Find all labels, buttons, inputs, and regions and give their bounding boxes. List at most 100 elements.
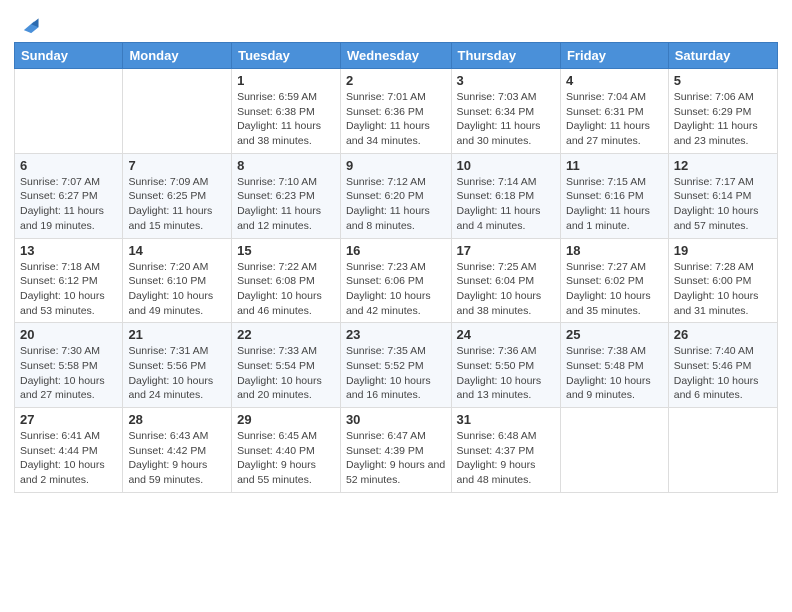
weekday-header-row: SundayMondayTuesdayWednesdayThursdayFrid…: [15, 43, 778, 69]
day-number: 24: [457, 327, 555, 342]
calendar-cell: 27Sunrise: 6:41 AM Sunset: 4:44 PM Dayli…: [15, 408, 123, 493]
day-number: 15: [237, 243, 335, 258]
day-number: 17: [457, 243, 555, 258]
day-number: 18: [566, 243, 663, 258]
day-info: Sunrise: 7:04 AM Sunset: 6:31 PM Dayligh…: [566, 90, 663, 149]
calendar-cell: 13Sunrise: 7:18 AM Sunset: 6:12 PM Dayli…: [15, 238, 123, 323]
day-number: 13: [20, 243, 117, 258]
day-info: Sunrise: 7:07 AM Sunset: 6:27 PM Dayligh…: [20, 175, 117, 234]
day-number: 22: [237, 327, 335, 342]
calendar-cell: 20Sunrise: 7:30 AM Sunset: 5:58 PM Dayli…: [15, 323, 123, 408]
calendar-cell: 6 Sunrise: 7:07 AM Sunset: 6:27 PM Daylig…: [15, 153, 123, 238]
week-row-4: 20Sunrise: 7:30 AM Sunset: 5:58 PM Dayli…: [15, 323, 778, 408]
header: [14, 10, 778, 36]
day-info: Sunrise: 7:10 AM Sunset: 6:23 PM Dayligh…: [237, 175, 335, 234]
day-info: Sunrise: 7:09 AM Sunset: 6:25 PM Dayligh…: [128, 175, 226, 234]
day-info: Sunrise: 7:27 AM Sunset: 6:02 PM Dayligh…: [566, 260, 663, 319]
weekday-header-friday: Friday: [560, 43, 668, 69]
day-info: Sunrise: 7:25 AM Sunset: 6:04 PM Dayligh…: [457, 260, 555, 319]
day-number: 21: [128, 327, 226, 342]
day-number: 6: [20, 158, 117, 173]
day-number: 28: [128, 412, 226, 427]
week-row-1: 1 Sunrise: 6:59 AM Sunset: 6:38 PM Daylig…: [15, 69, 778, 154]
day-info: Sunrise: 7:22 AM Sunset: 6:08 PM Dayligh…: [237, 260, 335, 319]
day-info: Sunrise: 7:35 AM Sunset: 5:52 PM Dayligh…: [346, 344, 446, 403]
day-number: 5: [674, 73, 772, 88]
weekday-header-sunday: Sunday: [15, 43, 123, 69]
calendar-cell: 25 Sunrise: 7:38 AM Sunset: 5:48 PM Dayli…: [560, 323, 668, 408]
calendar-cell: 18 Sunrise: 7:27 AM Sunset: 6:02 PM Dayli…: [560, 238, 668, 323]
day-info: Sunrise: 6:48 AM Sunset: 4:37 PM Dayligh…: [457, 429, 555, 488]
day-number: 14: [128, 243, 226, 258]
calendar-cell: 10 Sunrise: 7:14 AM Sunset: 6:18 PM Dayli…: [451, 153, 560, 238]
day-number: 4: [566, 73, 663, 88]
day-info: Sunrise: 7:15 AM Sunset: 6:16 PM Dayligh…: [566, 175, 663, 234]
calendar-cell: 5 Sunrise: 7:06 AM Sunset: 6:29 PM Daylig…: [668, 69, 777, 154]
day-number: 16: [346, 243, 446, 258]
day-number: 3: [457, 73, 555, 88]
day-number: 10: [457, 158, 555, 173]
week-row-3: 13Sunrise: 7:18 AM Sunset: 6:12 PM Dayli…: [15, 238, 778, 323]
calendar-cell: 22 Sunrise: 7:33 AM Sunset: 5:54 PM Dayli…: [232, 323, 341, 408]
calendar-cell: 12 Sunrise: 7:17 AM Sunset: 6:14 PM Dayli…: [668, 153, 777, 238]
day-number: 29: [237, 412, 335, 427]
calendar-cell: 28 Sunrise: 6:43 AM Sunset: 4:42 PM Dayli…: [123, 408, 232, 493]
day-info: Sunrise: 7:14 AM Sunset: 6:18 PM Dayligh…: [457, 175, 555, 234]
week-row-2: 6 Sunrise: 7:07 AM Sunset: 6:27 PM Daylig…: [15, 153, 778, 238]
calendar-cell: 15 Sunrise: 7:22 AM Sunset: 6:08 PM Dayli…: [232, 238, 341, 323]
day-info: Sunrise: 7:23 AM Sunset: 6:06 PM Dayligh…: [346, 260, 446, 319]
calendar-cell: 3 Sunrise: 7:03 AM Sunset: 6:34 PM Daylig…: [451, 69, 560, 154]
day-number: 19: [674, 243, 772, 258]
day-number: 11: [566, 158, 663, 173]
weekday-header-thursday: Thursday: [451, 43, 560, 69]
day-info: Sunrise: 7:33 AM Sunset: 5:54 PM Dayligh…: [237, 344, 335, 403]
day-number: 20: [20, 327, 117, 342]
day-info: Sunrise: 6:59 AM Sunset: 6:38 PM Dayligh…: [237, 90, 335, 149]
day-info: Sunrise: 7:06 AM Sunset: 6:29 PM Dayligh…: [674, 90, 772, 149]
day-info: Sunrise: 7:17 AM Sunset: 6:14 PM Dayligh…: [674, 175, 772, 234]
day-info: Sunrise: 7:31 AM Sunset: 5:56 PM Dayligh…: [128, 344, 226, 403]
day-info: Sunrise: 6:41 AM Sunset: 4:44 PM Dayligh…: [20, 429, 117, 488]
day-info: Sunrise: 6:47 AM Sunset: 4:39 PM Dayligh…: [346, 429, 446, 488]
day-info: Sunrise: 7:20 AM Sunset: 6:10 PM Dayligh…: [128, 260, 226, 319]
day-info: Sunrise: 7:40 AM Sunset: 5:46 PM Dayligh…: [674, 344, 772, 403]
day-number: 7: [128, 158, 226, 173]
week-row-5: 27Sunrise: 6:41 AM Sunset: 4:44 PM Dayli…: [15, 408, 778, 493]
calendar-cell: [560, 408, 668, 493]
weekday-header-wednesday: Wednesday: [340, 43, 451, 69]
calendar-cell: 29 Sunrise: 6:45 AM Sunset: 4:40 PM Dayli…: [232, 408, 341, 493]
day-info: Sunrise: 7:28 AM Sunset: 6:00 PM Dayligh…: [674, 260, 772, 319]
day-info: Sunrise: 7:12 AM Sunset: 6:20 PM Dayligh…: [346, 175, 446, 234]
weekday-header-saturday: Saturday: [668, 43, 777, 69]
day-info: Sunrise: 7:03 AM Sunset: 6:34 PM Dayligh…: [457, 90, 555, 149]
calendar-cell: 9 Sunrise: 7:12 AM Sunset: 6:20 PM Daylig…: [340, 153, 451, 238]
page: SundayMondayTuesdayWednesdayThursdayFrid…: [0, 0, 792, 612]
day-number: 26: [674, 327, 772, 342]
day-number: 9: [346, 158, 446, 173]
calendar-cell: 4 Sunrise: 7:04 AM Sunset: 6:31 PM Daylig…: [560, 69, 668, 154]
calendar-cell: [668, 408, 777, 493]
day-number: 8: [237, 158, 335, 173]
day-info: Sunrise: 7:01 AM Sunset: 6:36 PM Dayligh…: [346, 90, 446, 149]
calendar-cell: 11 Sunrise: 7:15 AM Sunset: 6:16 PM Dayli…: [560, 153, 668, 238]
day-info: Sunrise: 6:45 AM Sunset: 4:40 PM Dayligh…: [237, 429, 335, 488]
day-number: 12: [674, 158, 772, 173]
logo-icon: [18, 14, 40, 36]
calendar-cell: 26 Sunrise: 7:40 AM Sunset: 5:46 PM Dayli…: [668, 323, 777, 408]
calendar-cell: 7 Sunrise: 7:09 AM Sunset: 6:25 PM Daylig…: [123, 153, 232, 238]
day-info: Sunrise: 6:43 AM Sunset: 4:42 PM Dayligh…: [128, 429, 226, 488]
day-info: Sunrise: 7:38 AM Sunset: 5:48 PM Dayligh…: [566, 344, 663, 403]
calendar-cell: 17 Sunrise: 7:25 AM Sunset: 6:04 PM Dayli…: [451, 238, 560, 323]
calendar-cell: 14 Sunrise: 7:20 AM Sunset: 6:10 PM Dayli…: [123, 238, 232, 323]
day-number: 2: [346, 73, 446, 88]
calendar-cell: 30Sunrise: 6:47 AM Sunset: 4:39 PM Dayli…: [340, 408, 451, 493]
day-number: 1: [237, 73, 335, 88]
day-number: 25: [566, 327, 663, 342]
weekday-header-tuesday: Tuesday: [232, 43, 341, 69]
calendar-cell: 31 Sunrise: 6:48 AM Sunset: 4:37 PM Dayli…: [451, 408, 560, 493]
day-number: 31: [457, 412, 555, 427]
calendar-cell: 23Sunrise: 7:35 AM Sunset: 5:52 PM Dayli…: [340, 323, 451, 408]
calendar: SundayMondayTuesdayWednesdayThursdayFrid…: [14, 42, 778, 493]
logo: [14, 14, 40, 36]
calendar-cell: [123, 69, 232, 154]
